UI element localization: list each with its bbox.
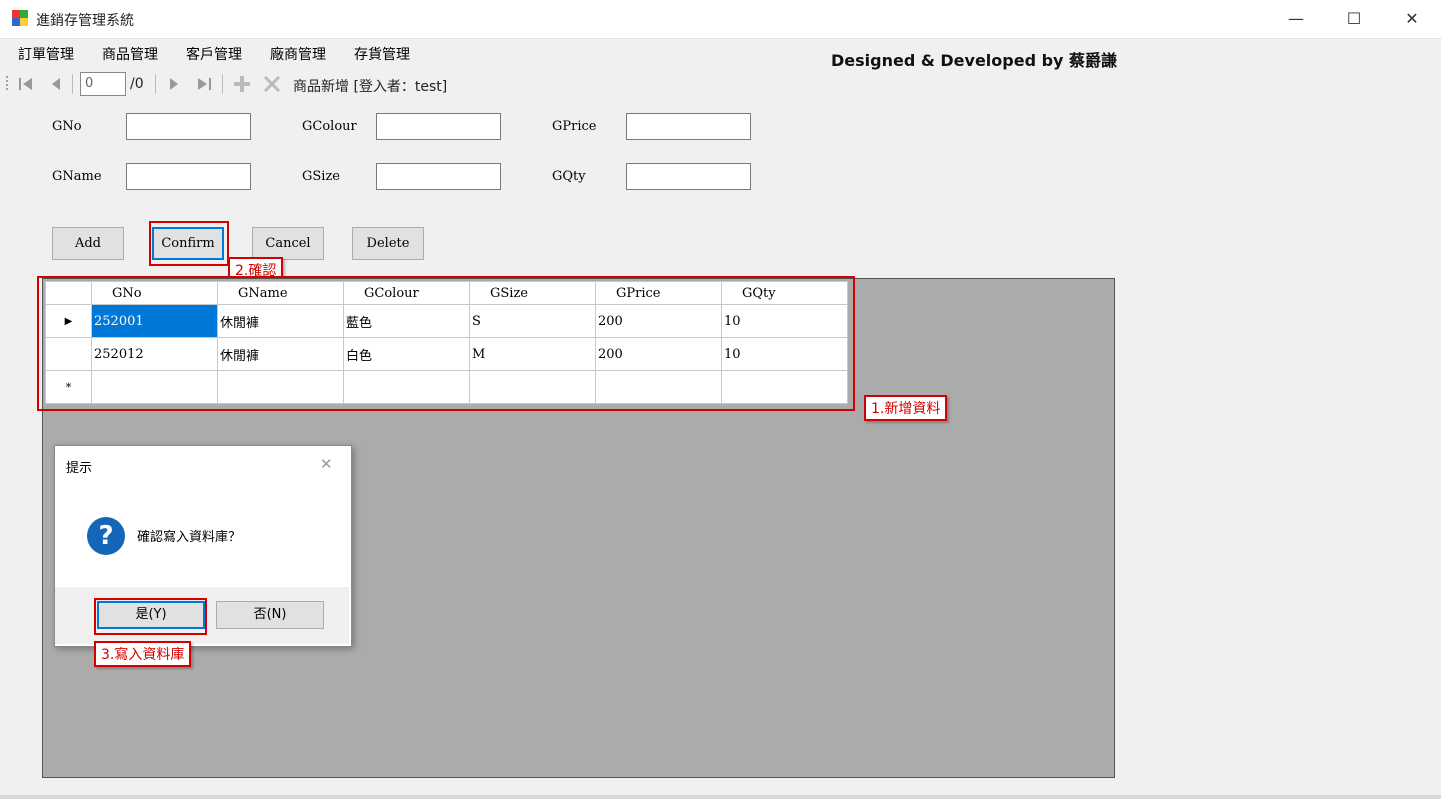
move-first-icon[interactable] [16, 74, 36, 94]
dialog-title: 提示 [66, 461, 93, 476]
cancel-button[interactable]: Cancel [252, 227, 324, 260]
minimize-button[interactable]: — [1267, 0, 1325, 38]
annotation-box-yes [94, 598, 207, 635]
maximize-button[interactable]: ☐ [1325, 0, 1383, 38]
menu-product[interactable]: 商品管理 [102, 44, 158, 64]
gcolour-input[interactable] [376, 113, 501, 140]
question-icon: ? [87, 517, 125, 555]
toolbar-separator [155, 74, 156, 94]
developer-credit: Designed & Developed by 蔡爵謙 [831, 51, 1118, 70]
toolbar-separator [72, 74, 73, 94]
label-gqty: GQty [552, 169, 586, 184]
label-gcolour: GColour [302, 119, 357, 134]
gprice-input[interactable] [626, 113, 751, 140]
annotation-label-grid: 1.新增資料 [864, 395, 948, 421]
delete-icon[interactable] [262, 74, 282, 94]
title-bar [0, 0, 1441, 39]
add-button[interactable]: Add [52, 227, 124, 260]
status-text: 商品新增 [登入者：test] [293, 79, 448, 95]
app-icon [12, 10, 28, 26]
label-gprice: GPrice [552, 119, 597, 134]
window-title: 進銷存管理系統 [36, 13, 134, 29]
annotation-box-confirm [149, 221, 229, 266]
delete-button[interactable]: Delete [352, 227, 424, 260]
label-gname: GName [52, 169, 102, 184]
dialog-message: 確認寫入資料庫？ [137, 530, 242, 545]
label-gsize: GSize [302, 169, 340, 184]
menu-customer[interactable]: 客戶管理 [186, 44, 242, 64]
toolbar-separator [222, 74, 223, 94]
move-last-icon[interactable] [194, 74, 214, 94]
menu-order[interactable]: 訂單管理 [18, 44, 74, 64]
menu-vendor[interactable]: 廠商管理 [270, 44, 326, 64]
annotation-label-yes: 3.寫入資料庫 [94, 641, 192, 667]
move-next-icon[interactable] [164, 74, 184, 94]
position-input[interactable]: 0 [80, 72, 126, 96]
toolbar-grip [6, 76, 8, 90]
gsize-input[interactable] [376, 163, 501, 190]
record-count: /0 [130, 76, 144, 92]
gno-input[interactable] [126, 113, 251, 140]
no-button[interactable]: 否(N) [216, 601, 324, 629]
gqty-input[interactable] [626, 163, 751, 190]
window-bottom-border [0, 795, 1441, 799]
move-previous-icon[interactable] [46, 74, 66, 94]
label-gno: GNo [52, 119, 82, 134]
annotation-box-grid [37, 276, 855, 411]
menu-inventory[interactable]: 存貨管理 [354, 44, 410, 64]
add-new-icon[interactable] [232, 74, 252, 94]
dialog-close-icon[interactable]: ✕ [320, 455, 333, 473]
gname-input[interactable] [126, 163, 251, 190]
close-button[interactable]: ✕ [1383, 0, 1441, 38]
